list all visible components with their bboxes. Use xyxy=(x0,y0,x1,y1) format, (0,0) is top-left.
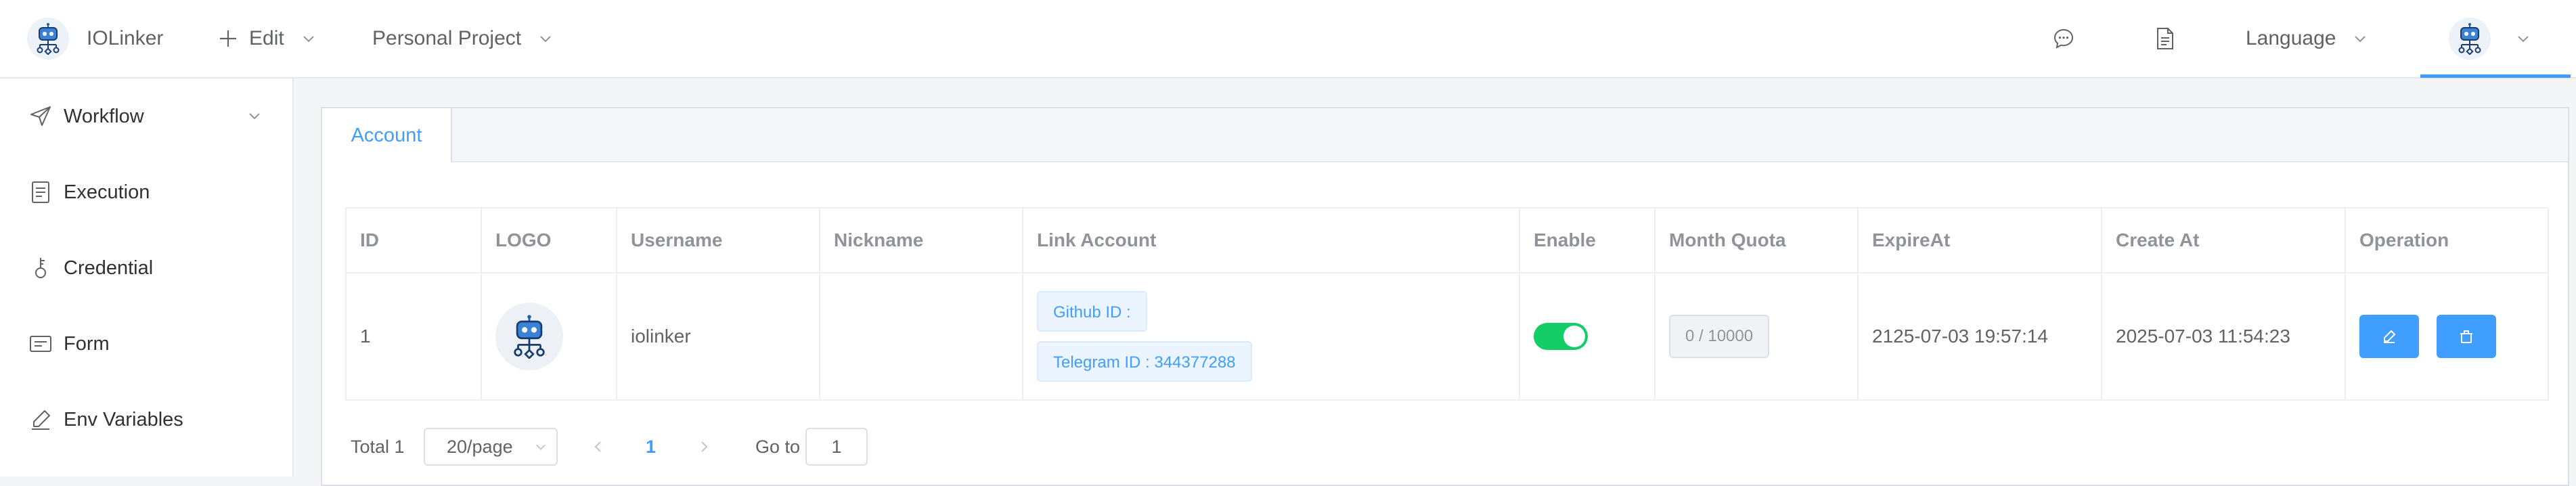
prev-page-button[interactable] xyxy=(592,428,605,466)
sidebar-item-label: Env Variables xyxy=(64,409,183,430)
cell-create-at: 2025-07-03 11:54:23 xyxy=(2101,272,2346,401)
edit-label: Edit xyxy=(249,27,284,49)
sidebar: Workflow Execution Credential Form Env V… xyxy=(0,79,294,477)
brand-name: IOLinker xyxy=(87,27,164,49)
column-header-logo[interactable]: LOGO xyxy=(481,207,617,273)
cell-logo xyxy=(481,272,617,401)
user-avatar xyxy=(2449,18,2491,60)
account-card: Account ID LOGO Username Nickname Link A… xyxy=(321,107,2569,486)
goto-label: Go to xyxy=(755,436,801,457)
table-row: 1 iolinker Github ID: Telegram ID: 344… xyxy=(345,272,2549,401)
chevron-down-icon xyxy=(302,32,315,45)
sidebar-item-workflow[interactable]: Workflow xyxy=(0,79,292,154)
column-header-month-quota[interactable]: Month Quota xyxy=(1654,207,1859,273)
quota-badge: 0 / 10000 xyxy=(1669,315,1770,358)
sidebar-item-label: Execution xyxy=(64,181,150,203)
delete-icon xyxy=(2460,330,2472,343)
brand-logo[interactable] xyxy=(27,0,69,77)
chevron-left-icon xyxy=(594,441,601,452)
language-menu[interactable]: Language xyxy=(2246,0,2367,77)
column-header-nickname[interactable]: Nickname xyxy=(819,207,1023,273)
edit-icon xyxy=(2384,330,2395,343)
chevron-down-icon xyxy=(2516,32,2530,45)
enable-toggle[interactable] xyxy=(1534,323,1588,350)
plus-icon xyxy=(218,28,238,49)
document-icon xyxy=(28,180,53,204)
tab-bar: Account xyxy=(322,108,2568,162)
column-header-operation[interactable]: Operation xyxy=(2345,207,2549,273)
cell-operation xyxy=(2345,272,2549,401)
chat-icon[interactable] xyxy=(2052,0,2075,77)
cell-username: iolinker xyxy=(616,272,820,401)
column-header-enable[interactable]: Enable xyxy=(1519,207,1656,273)
tab-account[interactable]: Account xyxy=(322,108,452,162)
edit-menu[interactable]: Edit xyxy=(218,0,315,77)
cell-enable xyxy=(1519,272,1656,401)
page-size-value: 20/page xyxy=(447,436,513,457)
project-menu[interactable]: Personal Project xyxy=(372,0,552,77)
sidebar-item-label: Form xyxy=(64,333,110,355)
pagination-total: Total 1 xyxy=(351,436,405,457)
column-header-id[interactable]: ID xyxy=(345,207,482,273)
chevron-right-icon xyxy=(701,441,708,452)
sidebar-item-form[interactable]: Form xyxy=(0,306,292,382)
page-number-current[interactable]: 1 xyxy=(646,428,656,466)
user-menu[interactable] xyxy=(2449,0,2530,77)
key-icon xyxy=(28,256,53,280)
chevron-down-icon xyxy=(248,106,261,128)
language-label: Language xyxy=(2246,27,2336,49)
form-icon xyxy=(28,332,53,356)
sidebar-item-credential[interactable]: Credential xyxy=(0,230,292,306)
telegram-tag: Telegram ID : 344377288 xyxy=(1037,341,1252,382)
top-header: IOLinker Edit Personal Project Language xyxy=(0,0,2576,79)
cell-month-quota: 0 / 10000 xyxy=(1654,272,1859,401)
column-header-link-account[interactable]: Link Account xyxy=(1022,207,1520,273)
column-header-username[interactable]: Username xyxy=(616,207,820,273)
cell-nickname xyxy=(819,272,1023,401)
next-page-button[interactable] xyxy=(697,428,711,466)
goto-page-input[interactable]: 1 xyxy=(805,428,868,466)
project-label: Personal Project xyxy=(372,27,522,49)
accounts-table: ID LOGO Username Nickname Link Account E… xyxy=(345,207,2549,401)
active-indicator xyxy=(2420,74,2571,78)
sidebar-item-label: Workflow xyxy=(64,106,144,127)
send-icon xyxy=(28,104,53,129)
document-icon[interactable] xyxy=(2155,0,2175,77)
github-tag: Github ID : xyxy=(1037,291,1147,332)
column-header-expire-at[interactable]: ExpireAt xyxy=(1857,207,2102,273)
sidebar-item-execution[interactable]: Execution xyxy=(0,154,292,230)
robot-logo-icon xyxy=(27,18,69,60)
toggle-knob xyxy=(1563,326,1585,347)
edit-button[interactable] xyxy=(2359,315,2419,358)
chevron-down-icon xyxy=(535,441,547,453)
delete-button[interactable] xyxy=(2436,315,2496,358)
cell-link-account: Github ID : Telegram ID : 344377288 xyxy=(1022,272,1520,401)
table-header-row: ID LOGO Username Nickname Link Account E… xyxy=(345,207,2549,273)
sidebar-item-label: Credential xyxy=(64,257,154,279)
chevron-down-icon xyxy=(2353,32,2367,45)
cell-expire-at: 2125-07-03 19:57:14 xyxy=(1857,272,2102,401)
pen-icon xyxy=(28,407,53,432)
sidebar-item-env-variables[interactable]: Env Variables xyxy=(0,382,292,458)
page-size-select[interactable]: 20/page xyxy=(424,428,558,466)
robot-logo-icon xyxy=(495,303,563,370)
chevron-down-icon xyxy=(539,32,552,45)
column-header-create-at[interactable]: Create At xyxy=(2101,207,2346,273)
cell-id: 1 xyxy=(345,272,482,401)
